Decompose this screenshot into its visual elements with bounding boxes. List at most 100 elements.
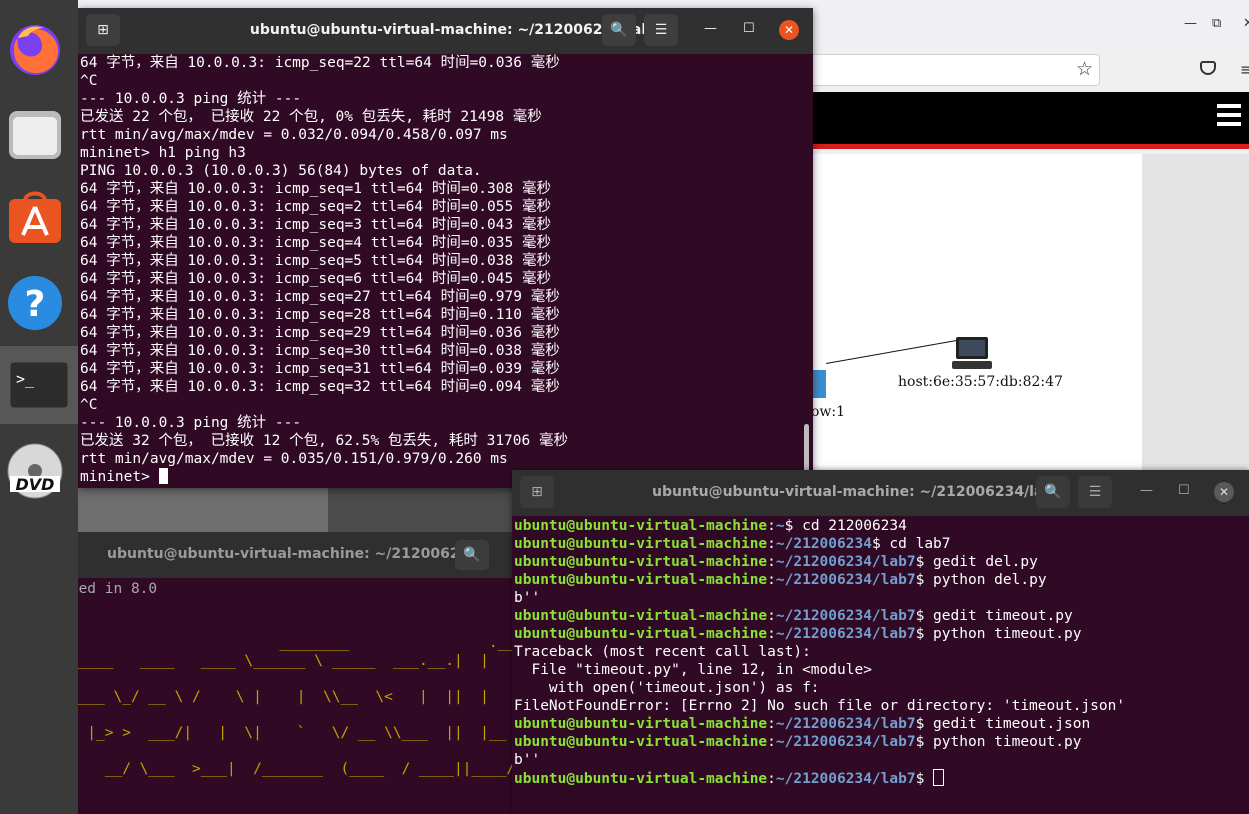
prompt-user: ubuntu@ubuntu-virtual-machine <box>514 771 768 787</box>
command-text: gedit del.py <box>924 554 1038 570</box>
search-icon[interactable]: 🔍 <box>602 14 636 46</box>
close-button[interactable]: ✕ <box>1214 482 1234 502</box>
close-button[interactable]: ✕ <box>779 20 799 40</box>
prompt-user: ubuntu@ubuntu-virtual-machine <box>514 626 768 642</box>
text-cursor <box>933 769 945 786</box>
prompt-path: ~/212006234/lab7 <box>775 554 916 570</box>
menu-icon[interactable]: ☰ <box>644 14 678 46</box>
dvd-icon[interactable]: DVD <box>4 440 66 502</box>
main-terminal-header: ⊞ ubuntu@ubuntu-virtual-machine: ~/21200… <box>78 8 813 54</box>
terminal-line: 64 字节，来自 10.0.0.3: icmp_seq=31 ttl=64 时间… <box>80 361 560 377</box>
right-terminal-header: ⊞ ubuntu@ubuntu-virtual-machine: ~/21200… <box>512 470 1249 516</box>
canvas-margin <box>1142 154 1249 470</box>
prompt-user: ubuntu@ubuntu-virtual-machine <box>514 554 768 570</box>
terminal-line: 64 字节，来自 10.0.0.3: icmp_seq=28 ttl=64 时间… <box>80 307 560 323</box>
prompt-user: ubuntu@ubuntu-virtual-machine <box>514 608 768 624</box>
app-center-icon[interactable] <box>4 186 66 248</box>
command-text: cd lab7 <box>880 536 951 552</box>
terminal-line: 已发送 32 个包， 已接收 12 个包, 62.5% 包丢失, 耗时 3170… <box>80 433 568 449</box>
terminal-line: ubuntu@ubuntu-virtual-machine:~$ cd 2120… <box>514 518 907 534</box>
new-tab-icon[interactable]: ⊞ <box>520 476 554 508</box>
terminal-line: 64 字节，来自 10.0.0.3: icmp_seq=32 ttl=64 时间… <box>80 379 560 395</box>
prompt-path: ~/212006234 <box>775 536 872 552</box>
minimize-button[interactable]: — <box>1140 483 1153 498</box>
terminal-line: mininet> h1 ping h3 <box>80 145 246 161</box>
prompt-text: mininet> <box>80 469 159 485</box>
command-text: gedit timeout.json <box>924 716 1091 732</box>
terminal-icon[interactable]: >_ <box>0 346 78 424</box>
prompt-path: ~ <box>775 518 785 534</box>
prompt-path: ~/212006234/lab7 <box>775 716 916 732</box>
pocket-icon[interactable] <box>1200 61 1216 75</box>
main-terminal-title: ubuntu@ubuntu-virtual-machine: ~/2120062… <box>249 22 662 38</box>
command-text: python timeout.py <box>924 734 1082 750</box>
prompt-path: ~/212006234/lab7 <box>775 608 916 624</box>
terminal-line: ubuntu@ubuntu-virtual-machine:~/21200623… <box>514 626 1082 642</box>
bookmark-star-icon[interactable]: ☆ <box>1076 58 1093 80</box>
prompt-path: ~/212006234/lab7 <box>775 626 916 642</box>
background-terminal-title: ubuntu@ubuntu-virtual-machine: ~/2120062… <box>107 546 480 562</box>
dock: ? >_ DVD <box>0 0 78 814</box>
menu-icon[interactable]: ☰ <box>1078 476 1112 508</box>
host-computer-icon[interactable] <box>952 335 992 371</box>
terminal-line: 64 字节，来自 10.0.0.3: icmp_seq=5 ttl=64 时间=… <box>80 253 551 269</box>
svg-text:DVD: DVD <box>16 475 55 494</box>
maximize-button[interactable]: ☐ <box>743 21 755 36</box>
browser-maximize-button[interactable]: ⧉ <box>1212 16 1221 31</box>
browser-close-button[interactable]: ✕ <box>1243 16 1249 31</box>
terminal-line: with open('timeout.json') as f: <box>514 680 820 696</box>
terminal-line: ubuntu@ubuntu-virtual-machine:~/21200623… <box>514 769 1249 788</box>
terminal-line: 64 字节，来自 10.0.0.3: icmp_seq=27 ttl=64 时间… <box>80 289 560 305</box>
terminal-line: PING 10.0.0.3 (10.0.0.3) 56(84) bytes of… <box>80 163 482 179</box>
terminal-line: ubuntu@ubuntu-virtual-machine:~/21200623… <box>514 716 1091 732</box>
search-icon[interactable]: 🔍 <box>455 540 489 570</box>
terminal-line: ubuntu@ubuntu-virtual-machine:~/21200623… <box>514 608 1073 624</box>
search-icon[interactable]: 🔍 <box>1036 476 1070 508</box>
terminal-line: 64 字节，来自 10.0.0.3: icmp_seq=3 ttl=64 时间=… <box>80 217 551 233</box>
terminal-line: 64 字节，来自 10.0.0.3: icmp_seq=6 ttl=64 时间=… <box>80 271 551 287</box>
main-terminal-window: ⊞ ubuntu@ubuntu-virtual-machine: ~/21200… <box>78 8 813 488</box>
files-icon[interactable] <box>4 104 66 166</box>
navbar-accent <box>810 144 1249 149</box>
maximize-button[interactable]: ☐ <box>1178 483 1190 498</box>
command-text: gedit timeout.py <box>924 608 1073 624</box>
terminal-line: ^C <box>80 397 98 413</box>
prompt-user: ubuntu@ubuntu-virtual-machine <box>514 572 768 588</box>
prompt-user: ubuntu@ubuntu-virtual-machine <box>514 716 768 732</box>
right-terminal-output[interactable]: ubuntu@ubuntu-virtual-machine:~$ cd 2120… <box>514 517 1249 814</box>
terminal-line: Traceback (most recent call last): <box>514 644 811 660</box>
prompt-user: ubuntu@ubuntu-virtual-machine <box>514 734 768 750</box>
host-label: host:6e:35:57:db:82:47 <box>898 374 1063 390</box>
hamburger-menu-icon[interactable] <box>1217 104 1241 126</box>
site-navbar <box>810 92 1249 144</box>
right-terminal-window: ⊞ ubuntu@ubuntu-virtual-machine: ~/21200… <box>512 470 1249 814</box>
firefox-icon[interactable] <box>4 18 66 80</box>
command-text: cd 212006234 <box>793 518 907 534</box>
terminal-line: ubuntu@ubuntu-virtual-machine:~/21200623… <box>514 536 951 552</box>
command-text <box>924 771 933 787</box>
browser-menu-icon[interactable]: ≡ <box>1240 60 1249 79</box>
url-bar[interactable] <box>810 54 1100 86</box>
switch-label: ow:1 <box>811 404 846 420</box>
browser-minimize-button[interactable]: — <box>1184 16 1197 31</box>
main-terminal-output[interactable]: 64 字节，来自 10.0.0.3: icmp_seq=22 ttl=64 时间… <box>80 54 800 488</box>
terminal-line: 64 字节，来自 10.0.0.3: icmp_seq=30 ttl=64 时间… <box>80 343 560 359</box>
terminal-line: ubuntu@ubuntu-virtual-machine:~/21200623… <box>514 734 1082 750</box>
terminal-line: File "timeout.py", line 12, in <module> <box>514 662 872 678</box>
prompt-path: ~/212006234/lab7 <box>775 572 916 588</box>
command-text: python timeout.py <box>924 626 1082 642</box>
terminal-line: ubuntu@ubuntu-virtual-machine:~/21200623… <box>514 554 1038 570</box>
terminal-line: 64 字节，来自 10.0.0.3: icmp_seq=2 ttl=64 时间=… <box>80 199 551 215</box>
help-icon[interactable]: ? <box>4 272 66 334</box>
terminal-line: --- 10.0.0.3 ping 统计 --- <box>80 415 302 431</box>
terminal-line: b'' <box>514 590 541 606</box>
prompt-path: ~/212006234/lab7 <box>775 734 916 750</box>
terminal-line: 64 字节，来自 10.0.0.3: icmp_seq=22 ttl=64 时间… <box>80 55 560 71</box>
terminal-line: rtt min/avg/max/mdev = 0.032/0.094/0.458… <box>80 127 508 143</box>
svg-text:?: ? <box>25 284 46 325</box>
minimize-button[interactable]: — <box>704 21 717 36</box>
terminal-line: b'' <box>514 752 541 768</box>
terminal-line: 64 字节，来自 10.0.0.3: icmp_seq=4 ttl=64 时间=… <box>80 235 551 251</box>
terminal-line: 64 字节，来自 10.0.0.3: icmp_seq=29 ttl=64 时间… <box>80 325 560 341</box>
command-text: python del.py <box>924 572 1047 588</box>
